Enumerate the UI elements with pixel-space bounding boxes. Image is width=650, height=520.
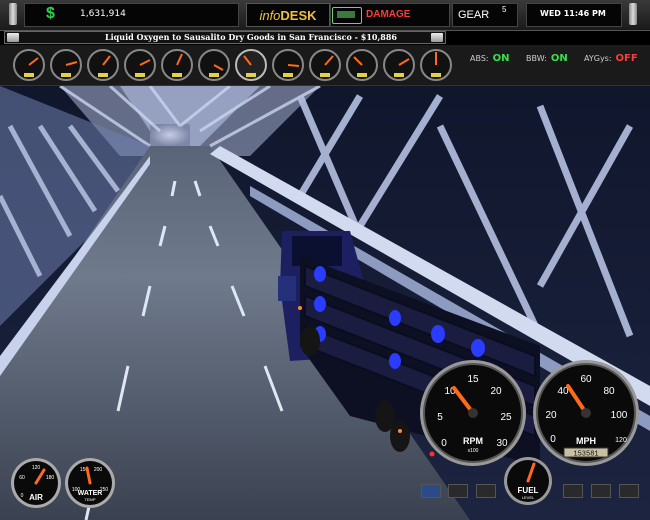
indicator-slot[interactable]	[563, 484, 583, 498]
bbw-value: ON	[550, 53, 568, 64]
air-tick: 180	[46, 475, 55, 481]
rpm-tick: 15	[467, 374, 479, 385]
job-bar: Liquid Oxygen to Sausalito Dry Goods in …	[4, 31, 446, 44]
job-slider-left[interactable]	[7, 33, 19, 42]
aygys-label: AYGys:	[584, 54, 612, 63]
mini-gauge-icon	[87, 49, 119, 81]
truck-damage-icon	[332, 7, 362, 24]
water-sub: TEMP	[84, 497, 95, 502]
mini-gauge-icon	[198, 49, 230, 81]
indicator-slot[interactable]	[591, 484, 611, 498]
aygys-status: AYGys: OFF	[584, 53, 638, 64]
abs-status: ABS: ON	[470, 53, 509, 64]
mini-gauge-icon	[161, 49, 193, 81]
mini-gauge-icon	[420, 49, 452, 81]
cash-panel	[24, 3, 239, 27]
info-bar: $ 1,631,914 info DESK DAMAGE GEAR 5 WED 1…	[0, 0, 650, 31]
rpm-sub: x100	[468, 448, 479, 454]
mph-tick: 120	[615, 437, 627, 444]
air-gauge: 0 60 120 180 AIR	[11, 458, 61, 508]
fuel-sub: LEVEL	[522, 495, 535, 500]
mph-tick: 100	[611, 410, 628, 421]
mini-gauge-icon	[309, 49, 341, 81]
damage-label: DAMAGE	[366, 9, 411, 20]
rpm-label: RPM	[463, 436, 483, 446]
indicator-slot[interactable]	[619, 484, 639, 498]
abs-value: ON	[492, 53, 510, 64]
mph-label: MPH	[576, 436, 596, 446]
date-time: WED 11:46 PM	[540, 9, 606, 18]
job-slider-right[interactable]	[431, 33, 443, 42]
water-temp-gauge: 100 150 200 250 WATER TEMP	[65, 458, 115, 508]
instrument-strip: ABS: ON BBW: ON AYGys: OFF	[0, 45, 650, 86]
rpm-tick: 30	[496, 438, 508, 449]
bbw-label: BBW:	[526, 54, 547, 63]
aygys-value: OFF	[615, 53, 638, 64]
rpm-tick: 0	[441, 438, 447, 449]
infodesk-prefix: info	[259, 7, 281, 23]
mini-gauge-icon	[13, 49, 45, 81]
odometer-value: 153581	[573, 451, 598, 459]
indicator-slot[interactable]	[448, 484, 468, 498]
rpm-tick: 20	[490, 386, 502, 397]
mini-gauge-icon	[383, 49, 415, 81]
rpm-tick: 25	[500, 412, 512, 423]
abs-label: ABS:	[470, 54, 489, 63]
fuel-gauge: FUEL LEVEL	[504, 457, 552, 505]
gear-value: 5	[502, 5, 507, 14]
mini-gauge-icon	[346, 49, 378, 81]
mph-tick: 0	[550, 434, 556, 445]
cash-value: 1,631,914	[80, 9, 126, 19]
water-tick: 200	[94, 467, 103, 473]
air-tick: 120	[32, 465, 41, 471]
air-tick: 0	[21, 493, 24, 499]
headlight-indicator[interactable]	[421, 484, 441, 498]
left-handle[interactable]	[9, 3, 17, 25]
mini-gauge-icon	[272, 49, 304, 81]
water-label: WATER	[78, 490, 103, 497]
game-screen: $ 1,631,914 info DESK DAMAGE GEAR 5 WED 1…	[0, 0, 650, 520]
mph-tick: 80	[603, 386, 615, 397]
right-handle[interactable]	[629, 3, 637, 25]
rpm-gauge: 0 5 10 15 20 25 30 RPM x100	[420, 360, 526, 466]
dollar-icon: $	[46, 5, 55, 22]
bbw-status: BBW: ON	[526, 53, 568, 64]
indicator-slot[interactable]	[476, 484, 496, 498]
speedometer: 0 20 40 60 80 100 120 MPH 153581	[533, 360, 639, 466]
fuel-label: FUEL	[518, 486, 539, 495]
mini-gauge-icon	[50, 49, 82, 81]
rpm-tick: 5	[437, 412, 443, 423]
infodesk-button[interactable]: info DESK	[246, 3, 330, 27]
air-tick: 60	[19, 475, 25, 481]
job-description: Liquid Oxygen to Sausalito Dry Goods in …	[105, 32, 397, 42]
infodesk-suffix: DESK	[280, 7, 317, 23]
mini-gauge-icon	[124, 49, 156, 81]
mph-tick: 20	[545, 410, 557, 421]
mph-tick: 60	[580, 374, 592, 385]
mini-gauge-icon	[235, 49, 267, 81]
air-label: AIR	[29, 493, 43, 502]
gear-label: GEAR	[458, 9, 490, 21]
